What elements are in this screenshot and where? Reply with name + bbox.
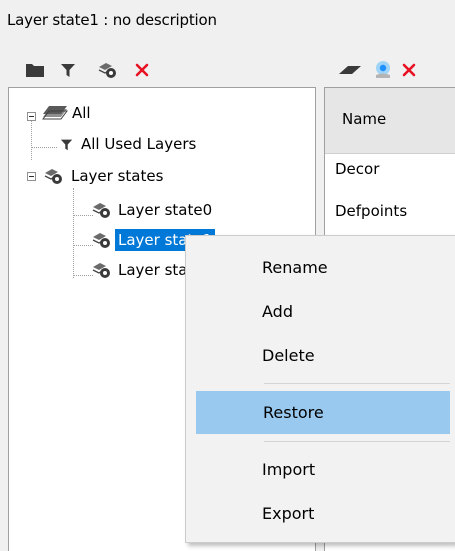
layer-state-icon — [89, 201, 115, 219]
search-icon — [376, 61, 390, 78]
menu-item-export[interactable]: Export — [196, 492, 450, 534]
tree-item-layer-states[interactable]: Layer states — [41, 164, 166, 188]
tree-item-all-used-layers[interactable]: All Used Layers — [57, 132, 199, 156]
delete-button[interactable] — [131, 59, 153, 81]
eraser-button[interactable] — [339, 59, 361, 81]
collapse-toggle-all[interactable] — [27, 112, 36, 121]
layer-state-icon — [89, 231, 115, 249]
search-button[interactable] — [373, 59, 395, 81]
tree-item-all[interactable]: All — [41, 101, 94, 125]
menu-label-import: Import — [262, 459, 316, 479]
layer-row[interactable]: Defpoints — [335, 202, 407, 220]
filter-icon — [57, 138, 75, 151]
menu-label-add: Add — [262, 301, 293, 321]
column-header-name[interactable]: Name — [325, 88, 455, 154]
eraser-icon — [339, 66, 361, 74]
menu-item-restore[interactable]: Restore — [196, 391, 450, 434]
menu-label-rename: Rename — [262, 257, 328, 277]
tree-label-all-used-layers: All Used Layers — [81, 135, 197, 153]
layer-state-icon — [41, 167, 67, 185]
layers-stack-icon — [41, 105, 69, 121]
folder-icon — [26, 64, 44, 77]
tree-item-layer-state0[interactable]: Layer state0 — [89, 198, 215, 222]
context-menu: Rename Add Delete Restore Import Export — [185, 235, 455, 543]
menu-item-rename[interactable]: Rename — [196, 246, 450, 288]
new-layer-state-button[interactable] — [97, 59, 119, 81]
filter-icon — [61, 64, 75, 77]
menu-separator — [264, 383, 450, 384]
column-header-label: Name — [342, 110, 387, 128]
tree-line — [73, 188, 74, 278]
tree-label-all: All — [72, 104, 91, 122]
menu-item-delete[interactable]: Delete — [196, 334, 450, 376]
menu-label-restore: Restore — [263, 403, 324, 422]
new-filter-button[interactable] — [57, 59, 79, 81]
collapse-toggle-layer-states[interactable] — [27, 172, 36, 181]
layer-state-icon — [89, 261, 115, 279]
tree-line — [31, 116, 32, 160]
new-folder-button[interactable] — [24, 59, 46, 81]
tree-line — [31, 147, 57, 148]
menu-label-delete: Delete — [262, 345, 315, 365]
layer-state-icon — [98, 63, 116, 78]
menu-item-add[interactable]: Add — [196, 290, 450, 332]
tree-label-layer-states: Layer states — [71, 167, 164, 185]
layer-row[interactable]: Decor — [335, 160, 379, 178]
tree-label-layer-state0: Layer state0 — [118, 201, 213, 219]
menu-item-import[interactable]: Import — [196, 448, 450, 490]
delete-icon — [402, 63, 416, 77]
menu-separator — [264, 441, 450, 442]
delete-icon — [135, 63, 149, 77]
delete-layer-button[interactable] — [398, 59, 420, 81]
layer-state-description: Layer state1 : no description — [7, 11, 217, 29]
menu-label-export: Export — [262, 503, 315, 523]
